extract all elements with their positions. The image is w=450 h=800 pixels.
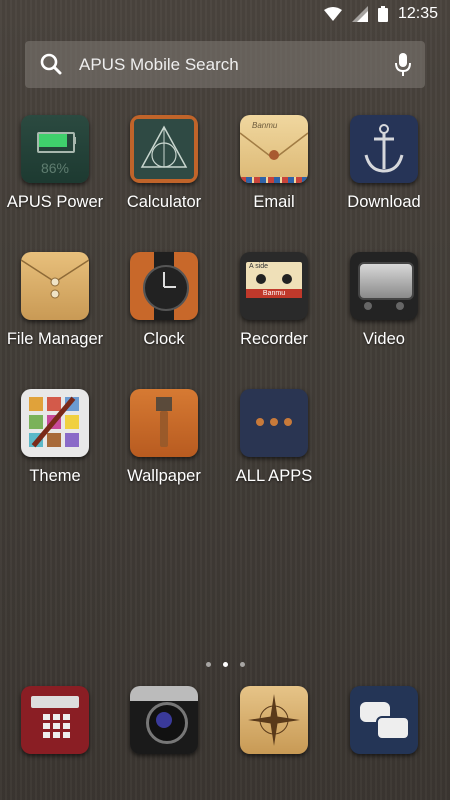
app-label: Download [347,193,421,211]
search-bar[interactable]: APUS Mobile Search [25,41,425,88]
anchor-icon [350,115,418,183]
app-download[interactable]: Download [329,115,439,212]
tape-side: A side [249,263,269,270]
watch-icon [130,252,198,320]
battery-percent: 86% [40,160,70,176]
app-calculator[interactable]: Calculator [109,115,219,212]
app-clock[interactable]: Clock [109,252,219,349]
tape-label: Banmu [246,289,302,298]
dock-camera[interactable] [109,686,219,754]
page-dot[interactable] [239,662,245,667]
microphone-icon[interactable] [395,53,411,77]
all-apps-icon [240,389,308,457]
calculator-icon [130,115,198,183]
phone-icon [21,686,89,754]
app-label: Recorder [240,330,308,348]
app-label: Email [253,193,295,211]
messages-icon [350,686,418,754]
page-dot[interactable] [205,662,211,667]
dock-compass[interactable] [219,686,329,754]
app-label: Calculator [126,193,202,211]
folder-icon [21,252,89,320]
wifi-icon [323,7,342,21]
tv-icon [350,252,418,320]
paintbrush-icon [130,389,198,457]
cassette-icon: A side Banmu [240,252,308,320]
app-email[interactable]: Banmu Email [219,115,329,212]
camera-icon [130,686,198,754]
app-file-manager[interactable]: File Manager [0,252,110,349]
app-label: ALL APPS [235,467,313,485]
app-video[interactable]: Video [329,252,439,349]
app-label: Wallpaper [127,467,201,485]
envelope-label: Banmu [252,121,278,130]
app-label: File Manager [6,330,104,348]
page-dot-active[interactable] [222,662,228,667]
app-recorder[interactable]: A side Banmu Recorder [219,252,329,349]
signal-icon [351,6,368,22]
envelope-icon: Banmu [240,115,308,183]
app-label: Clock [143,330,185,348]
page-indicator [0,662,450,667]
app-label: Video [363,330,405,348]
app-theme[interactable]: Theme [0,389,110,486]
palette-icon [21,389,89,457]
battery-icon: 86% [21,115,89,183]
dock-phone[interactable] [0,686,110,754]
status-bar: 12:35 [0,0,450,30]
dock-messages[interactable] [329,686,439,754]
app-label: APUS Power [6,193,104,211]
status-time: 12:35 [397,5,438,22]
battery-icon [377,6,388,22]
app-wallpaper[interactable]: Wallpaper [109,389,219,486]
compass-icon [240,686,308,754]
search-placeholder[interactable]: APUS Mobile Search [79,55,239,75]
app-apus-power[interactable]: 86% APUS Power [0,115,110,212]
app-all-apps[interactable]: ALL APPS [219,389,329,486]
search-icon [40,53,62,75]
app-label: Theme [29,467,81,485]
